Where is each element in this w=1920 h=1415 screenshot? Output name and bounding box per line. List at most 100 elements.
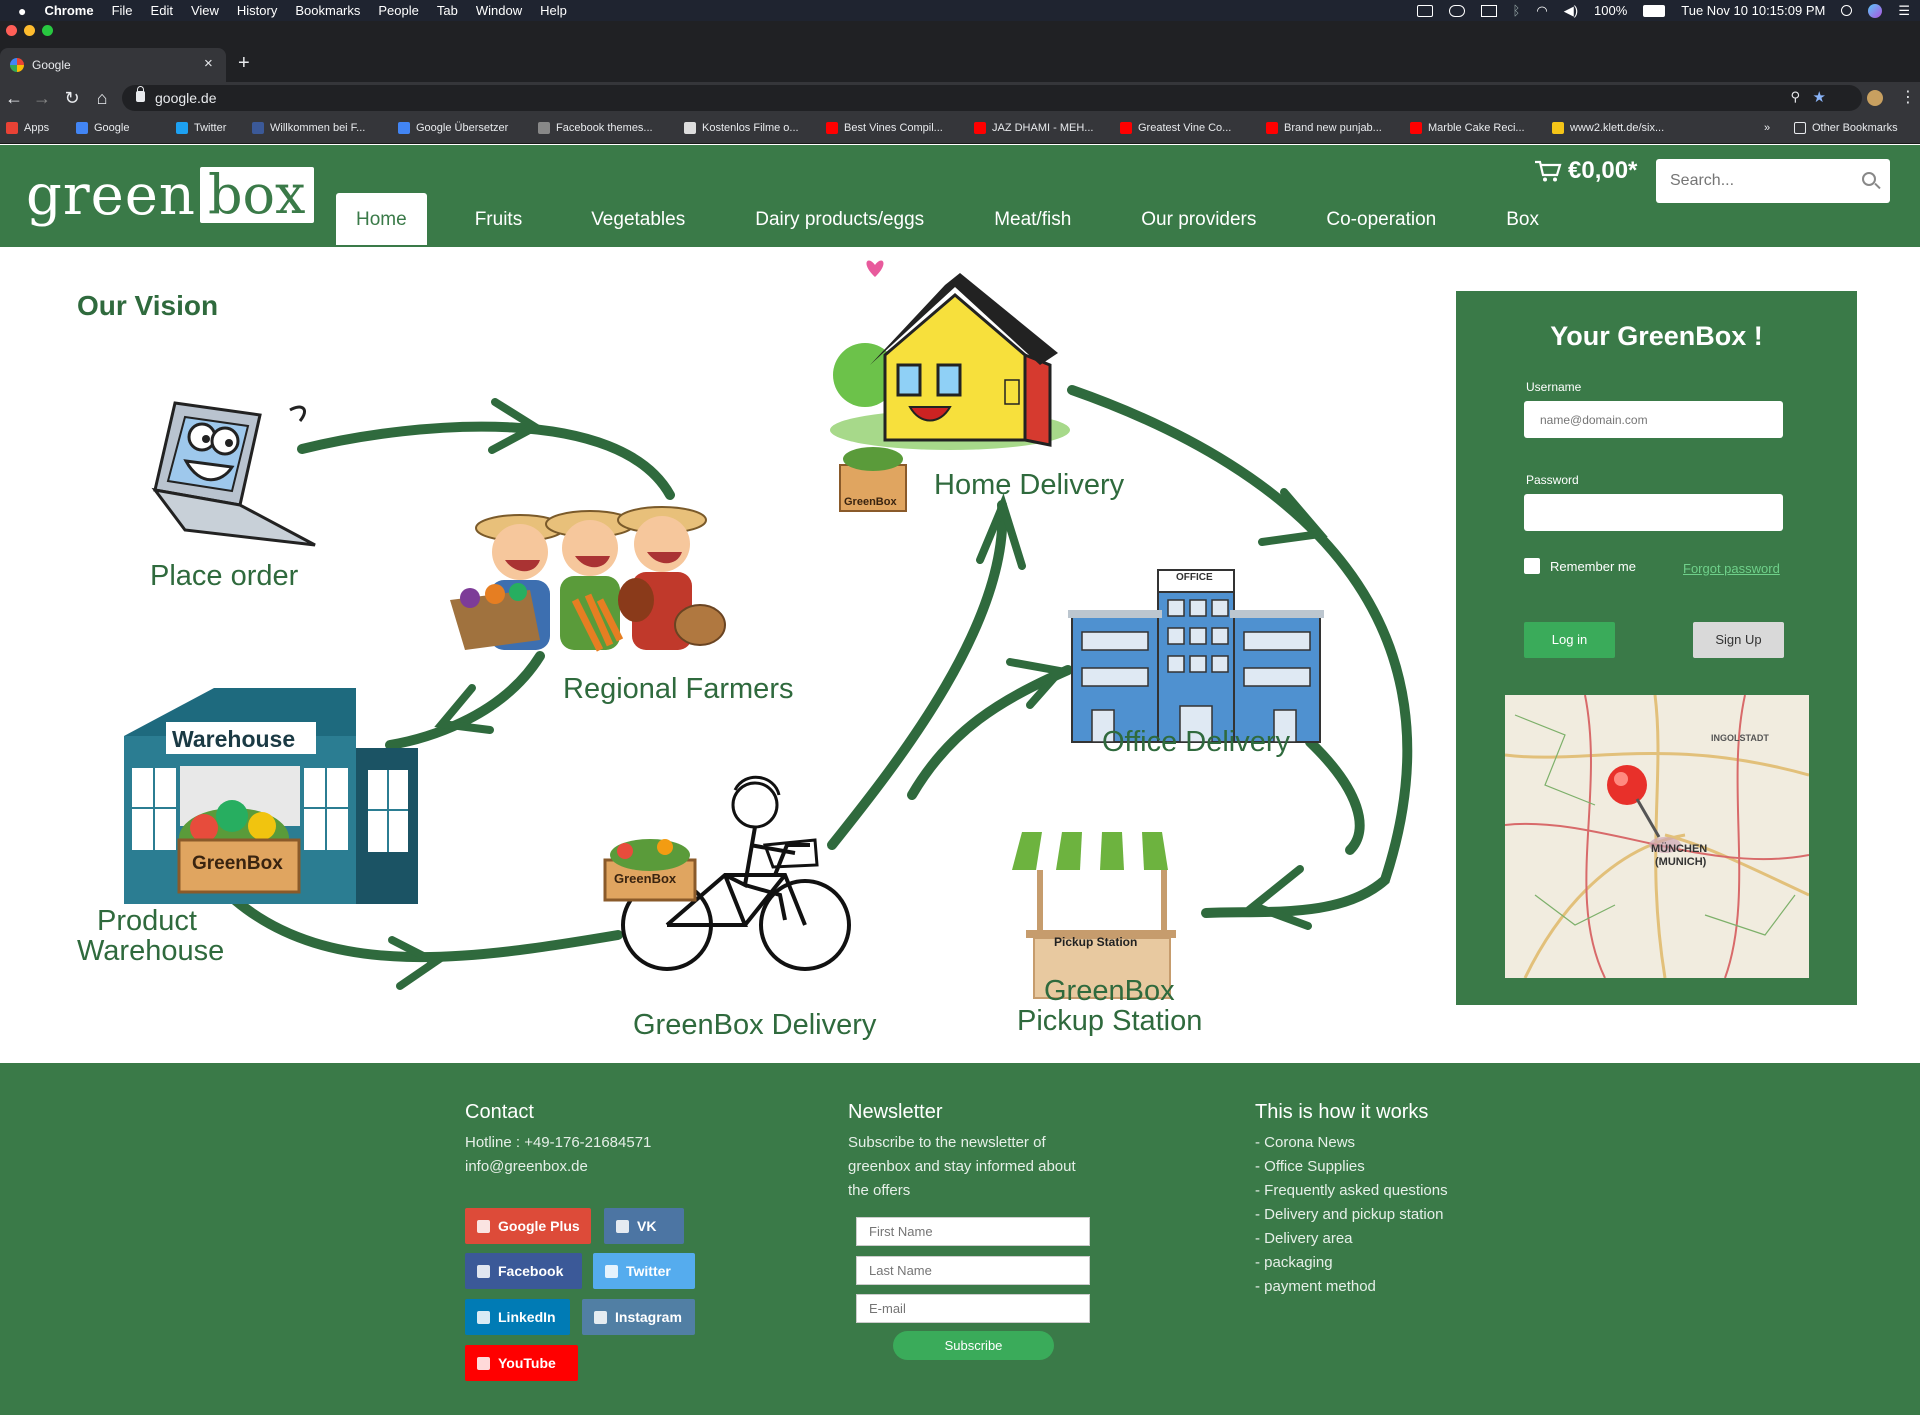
- bookmark-item[interactable]: Best Vines Compil...: [826, 122, 943, 134]
- newsletter-text-line2: greenbox and stay informed about: [848, 1158, 1076, 1175]
- browser-menu-icon[interactable]: ⋮: [1900, 87, 1916, 107]
- nav-our-providers[interactable]: Our providers: [1095, 193, 1280, 245]
- bookmark-item[interactable]: Google Übersetzer: [398, 122, 508, 134]
- social-instagram-button[interactable]: Instagram: [582, 1299, 695, 1335]
- browser-tab[interactable]: Google ×: [0, 48, 226, 82]
- spotlight-icon[interactable]: [1841, 5, 1853, 16]
- social-twitter-button[interactable]: Twitter: [593, 1253, 695, 1289]
- nav-box[interactable]: Box: [1460, 193, 1559, 245]
- bookmark-star-icon[interactable]: ★: [1813, 88, 1826, 106]
- bookmark-item[interactable]: Willkommen bei F...: [252, 122, 365, 134]
- greenbox-logo[interactable]: green box: [26, 157, 314, 233]
- newsletter-email-input[interactable]: [856, 1294, 1090, 1323]
- nav-vegetables[interactable]: Vegetables: [546, 193, 709, 245]
- address-url[interactable]: google.de: [155, 90, 217, 106]
- zoom-window-button[interactable]: [42, 25, 53, 36]
- nav-co-operation[interactable]: Co-operation: [1280, 193, 1460, 245]
- address-bar[interactable]: google.de ⚲ ★: [122, 85, 1862, 111]
- menu-tab[interactable]: Tab: [437, 3, 458, 18]
- search-icon[interactable]: [1862, 172, 1876, 186]
- menu-clock[interactable]: Tue Nov 10 10:15:09 PM: [1681, 3, 1825, 18]
- menu-people[interactable]: People: [378, 3, 418, 18]
- bookmark-item[interactable]: Facebook themes...: [538, 122, 653, 134]
- label-regional-farmers: Regional Farmers: [563, 673, 794, 705]
- bookmark-item[interactable]: Apps: [6, 122, 49, 134]
- remember-me-checkbox[interactable]: [1524, 558, 1540, 574]
- battery-icon[interactable]: [1643, 4, 1666, 17]
- nav-home[interactable]: Home: [336, 193, 427, 245]
- bluetooth-icon[interactable]: ᛒ: [1513, 3, 1521, 18]
- notification-center-icon[interactable]: ☰: [1898, 3, 1910, 19]
- login-button[interactable]: Log in: [1524, 622, 1615, 658]
- bookmark-item[interactable]: Marble Cake Reci...: [1410, 122, 1525, 134]
- youtube-icon: [477, 1356, 490, 1370]
- close-window-button[interactable]: [6, 25, 17, 36]
- nav-dairy[interactable]: Dairy products/eggs: [709, 193, 948, 245]
- search-input[interactable]: [1670, 169, 1850, 193]
- extension-cookie-icon[interactable]: [1867, 90, 1883, 106]
- newsletter-first-name-input[interactable]: [856, 1217, 1090, 1246]
- bookmarks-overflow-icon[interactable]: »: [1764, 122, 1770, 134]
- bookmark-favicon-icon: [1120, 122, 1132, 134]
- social-facebook-button[interactable]: Facebook: [465, 1253, 582, 1289]
- forgot-password-link[interactable]: Forgot password: [1683, 561, 1780, 576]
- menu-history[interactable]: History: [237, 3, 277, 18]
- bookmark-item[interactable]: Twitter: [176, 122, 226, 134]
- forward-arrow-icon[interactable]: →: [30, 86, 54, 110]
- menu-help[interactable]: Help: [540, 3, 567, 18]
- menu-view[interactable]: View: [191, 3, 219, 18]
- newsletter-last-name-input[interactable]: [856, 1256, 1090, 1285]
- back-arrow-icon[interactable]: ←: [2, 86, 26, 110]
- social-linkedin-button[interactable]: LinkedIn: [465, 1299, 570, 1335]
- how-link-packaging[interactable]: - packaging: [1255, 1251, 1333, 1275]
- menu-edit[interactable]: Edit: [151, 3, 173, 18]
- password-input[interactable]: [1524, 494, 1783, 531]
- bookmark-item[interactable]: Google: [76, 122, 129, 134]
- tab-close-icon[interactable]: ×: [204, 55, 213, 72]
- bookmark-item[interactable]: Kostenlos Filme o...: [684, 122, 799, 134]
- search-box[interactable]: [1656, 159, 1890, 203]
- how-link-faq[interactable]: - Frequently asked questions: [1255, 1179, 1448, 1203]
- home-icon[interactable]: ⌂: [90, 86, 114, 110]
- new-tab-button[interactable]: +: [238, 52, 250, 75]
- arrow-warehouse-to-bike: [230, 895, 623, 963]
- bookmark-item[interactable]: www2.klett.de/six...: [1552, 122, 1664, 134]
- bookmark-item[interactable]: JAZ DHAMI - MEH...: [974, 122, 1093, 134]
- bookmark-label: Kostenlos Filme o...: [702, 122, 799, 134]
- how-link-corona[interactable]: - Corona News: [1255, 1131, 1355, 1155]
- airplay-icon[interactable]: [1480, 4, 1497, 17]
- minimize-window-button[interactable]: [24, 25, 35, 36]
- how-link-delivery-area[interactable]: - Delivery area: [1255, 1227, 1353, 1251]
- creative-cloud-icon[interactable]: [1448, 4, 1465, 17]
- battery-percent: 100%: [1594, 3, 1628, 18]
- menu-bookmarks[interactable]: Bookmarks: [295, 3, 360, 18]
- display-icon[interactable]: [1416, 4, 1433, 17]
- remember-me[interactable]: Remember me: [1524, 558, 1636, 574]
- username-input[interactable]: [1524, 401, 1783, 438]
- contact-email[interactable]: info@greenbox.de: [465, 1155, 588, 1179]
- nav-fruits[interactable]: Fruits: [427, 193, 547, 245]
- wifi-icon[interactable]: ◠: [1536, 3, 1547, 19]
- bookmark-item[interactable]: Brand new punjab...: [1266, 122, 1382, 134]
- other-bookmarks[interactable]: Other Bookmarks: [1794, 122, 1898, 134]
- menu-window[interactable]: Window: [476, 3, 522, 18]
- subscribe-button[interactable]: Subscribe: [893, 1331, 1054, 1360]
- how-link-payment[interactable]: - payment method: [1255, 1275, 1376, 1299]
- bookmark-item[interactable]: Greatest Vine Co...: [1120, 122, 1231, 134]
- how-link-delivery-pickup[interactable]: - Delivery and pickup station: [1255, 1203, 1443, 1227]
- location-pin-icon[interactable]: ⚲: [1790, 89, 1800, 105]
- cart[interactable]: €0,00*: [1534, 157, 1637, 185]
- signup-button[interactable]: Sign Up: [1693, 622, 1784, 658]
- menu-app-name[interactable]: Chrome: [44, 3, 93, 18]
- social-vk-button[interactable]: VK: [604, 1208, 684, 1244]
- reload-icon[interactable]: ↻: [60, 86, 84, 110]
- menu-file[interactable]: File: [112, 3, 133, 18]
- social-google-plus-button[interactable]: Google Plus: [465, 1208, 591, 1244]
- label-pickup-station-line1: GreenBox: [1044, 975, 1175, 1007]
- siri-icon[interactable]: [1868, 3, 1883, 18]
- volume-icon[interactable]: ◀): [1564, 3, 1578, 19]
- nav-meat-fish[interactable]: Meat/fish: [948, 193, 1095, 245]
- apple-menu-icon[interactable]: ●: [18, 3, 26, 19]
- how-link-office-supplies[interactable]: - Office Supplies: [1255, 1155, 1365, 1179]
- social-youtube-button[interactable]: YouTube: [465, 1345, 578, 1381]
